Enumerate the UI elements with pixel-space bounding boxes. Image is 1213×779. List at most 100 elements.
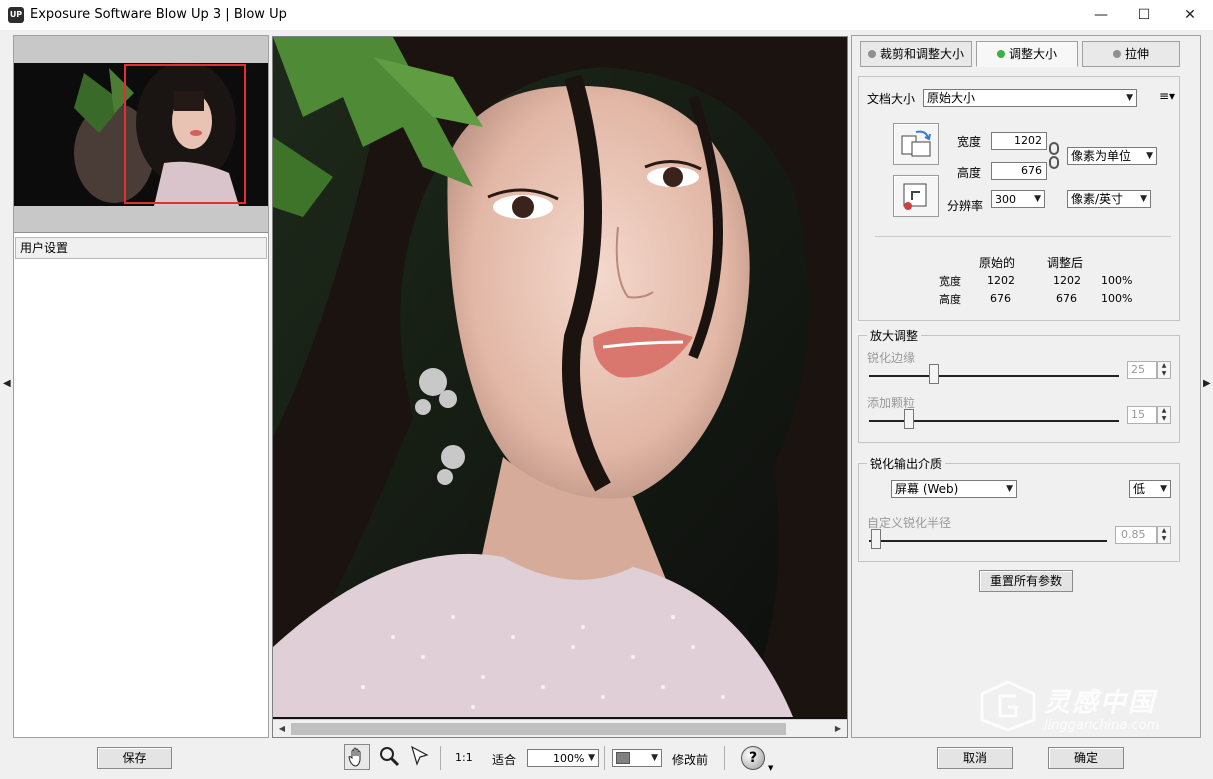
toolbar-divider bbox=[724, 746, 725, 770]
width-label: 宽度 bbox=[957, 135, 982, 149]
select-tool-icon[interactable] bbox=[408, 744, 434, 770]
help-dropdown-icon[interactable]: ▼ bbox=[768, 764, 773, 772]
doc-size-label: 文档大小 bbox=[867, 92, 916, 106]
doc-size-select[interactable]: 原始大小 ▼ bbox=[923, 89, 1137, 107]
sharpen-edges-slider-thumb[interactable] bbox=[929, 364, 939, 384]
document-size-group: 文档大小 原始大小 ▼ ≡▾ 宽度 1202 高度 676 像素为单位 ▼ 分辨… bbox=[858, 76, 1180, 321]
resolution-unit-value: 像素/英寸 bbox=[1071, 192, 1124, 206]
hand-tool-icon[interactable] bbox=[344, 744, 370, 770]
doc-size-value: 原始大小 bbox=[927, 91, 976, 105]
tab-resize[interactable]: 调整大小 bbox=[976, 41, 1078, 67]
sharpen-level-value: 低 bbox=[1133, 482, 1146, 496]
horizontal-scrollbar[interactable]: ◀ ▶ bbox=[273, 719, 847, 737]
resolution-unit-select[interactable]: 像素/英寸 ▼ bbox=[1067, 190, 1151, 208]
custom-radius-slider[interactable] bbox=[869, 540, 1107, 542]
scrollbar-thumb[interactable] bbox=[291, 723, 786, 735]
app-icon: UP bbox=[8, 7, 24, 23]
fit-button[interactable]: 适合 bbox=[492, 751, 516, 768]
row-height-label: 高度 bbox=[939, 293, 961, 306]
navigator-preview[interactable] bbox=[14, 36, 268, 233]
zoom-select[interactable]: 100% ▼ bbox=[527, 749, 599, 767]
main-image bbox=[273, 37, 847, 717]
title-bar: UP Exposure Software Blow Up 3 | Blow Up… bbox=[0, 0, 1213, 30]
scroll-left-arrow-icon[interactable]: ◀ bbox=[275, 722, 289, 736]
output-medium-select[interactable]: 屏幕 (Web) ▼ bbox=[891, 480, 1017, 498]
chevron-down-icon: ▼ bbox=[1006, 484, 1013, 494]
image-viewport[interactable]: ◀ ▶ bbox=[272, 36, 848, 738]
zoom-tool-icon[interactable] bbox=[377, 744, 403, 770]
watermark-logo-icon bbox=[980, 680, 1036, 732]
chevron-down-icon: ▼ bbox=[1034, 194, 1041, 204]
zoom-1-1-button[interactable]: 1:1 bbox=[455, 751, 473, 764]
enlarge-adjust-title: 放大调整 bbox=[867, 327, 922, 344]
chevron-down-icon: ▼ bbox=[651, 753, 658, 763]
sharpen-edges-spinner[interactable]: ▲ ▼ bbox=[1157, 361, 1171, 379]
col-adjusted-header: 调整后 bbox=[1047, 256, 1084, 270]
menu-icon[interactable]: ≡▾ bbox=[1159, 89, 1175, 103]
custom-radius-spinner[interactable]: ▲ ▼ bbox=[1157, 526, 1171, 544]
divider bbox=[875, 236, 1171, 237]
width-input[interactable]: 1202 bbox=[991, 132, 1047, 150]
chain-link-icon[interactable] bbox=[1049, 141, 1059, 171]
reset-size-button[interactable] bbox=[893, 175, 939, 217]
add-grain-spinner[interactable]: ▲ ▼ bbox=[1157, 406, 1171, 424]
background-color-select[interactable]: ▼ bbox=[612, 749, 662, 767]
navigator-thumbnail[interactable] bbox=[14, 63, 268, 206]
rotate-swap-button[interactable] bbox=[893, 123, 939, 165]
row-height-adjusted: 676 bbox=[1056, 292, 1077, 305]
output-medium-value: 屏幕 (Web) bbox=[895, 482, 959, 496]
reset-all-params-button[interactable]: 重置所有参数 bbox=[979, 570, 1073, 592]
resolution-label: 分辨率 bbox=[947, 199, 984, 213]
tab-dot-icon bbox=[996, 50, 1005, 58]
custom-radius-input[interactable]: 0.85 bbox=[1115, 526, 1157, 544]
cancel-button[interactable]: 取消 bbox=[937, 747, 1013, 769]
before-toggle[interactable]: 修改前 bbox=[672, 751, 708, 768]
tab-stretch[interactable]: 拉伸 bbox=[1082, 41, 1180, 67]
help-icon[interactable]: ? bbox=[741, 746, 765, 770]
scroll-right-arrow-icon[interactable]: ▶ bbox=[831, 722, 845, 736]
enlarge-adjust-group: 放大调整 锐化边缘 25 ▲ ▼ 添加颗粒 15 ▲ ▼ bbox=[858, 327, 1180, 443]
save-button[interactable]: 保存 bbox=[97, 747, 172, 769]
ok-button[interactable]: 确定 bbox=[1048, 747, 1124, 769]
right-panel: 裁剪和调整大小 调整大小 拉伸 文档大小 原始大小 ▼ ≡▾ 宽度 1202 高… bbox=[851, 35, 1201, 738]
chevron-down-icon: ▼ bbox=[1126, 93, 1133, 103]
swap-dimensions-icon bbox=[901, 130, 931, 157]
crop-rectangle[interactable] bbox=[124, 64, 246, 204]
tab-dot-icon bbox=[1112, 50, 1121, 58]
close-button[interactable]: ✕ bbox=[1167, 0, 1213, 30]
user-settings-header[interactable]: 用户设置 bbox=[15, 237, 267, 259]
unit-select[interactable]: 像素为单位 ▼ bbox=[1067, 147, 1157, 165]
add-grain-slider-thumb[interactable] bbox=[904, 409, 914, 429]
row-width-adjusted: 1202 bbox=[1053, 274, 1081, 287]
row-width-percent: 100% bbox=[1101, 274, 1133, 287]
watermark-title: 灵感中国 bbox=[1044, 688, 1157, 718]
watermark-url: lingganchina.com bbox=[1044, 718, 1160, 733]
resolution-value: 300 bbox=[995, 193, 1016, 206]
tab-label: 调整大小 bbox=[1008, 47, 1057, 61]
maximize-button[interactable]: ☐ bbox=[1121, 0, 1167, 30]
chevron-down-icon: ▼ bbox=[1146, 151, 1153, 161]
sharpen-level-select[interactable]: 低 ▼ bbox=[1129, 480, 1171, 498]
height-input[interactable]: 676 bbox=[991, 162, 1047, 180]
sharpen-edges-slider[interactable] bbox=[869, 375, 1119, 377]
unit-value: 像素为单位 bbox=[1071, 149, 1132, 163]
window-title: Exposure Software Blow Up 3 | Blow Up bbox=[30, 7, 287, 22]
output-sharpen-title: 锐化输出介质 bbox=[867, 455, 946, 472]
minimize-button[interactable]: — bbox=[1078, 0, 1124, 30]
tab-label: 拉伸 bbox=[1124, 47, 1149, 61]
sharpen-edges-input[interactable]: 25 bbox=[1127, 361, 1157, 379]
chevron-down-icon: ▼ bbox=[588, 753, 595, 763]
collapse-left-arrow-icon[interactable]: ◀ bbox=[3, 378, 11, 389]
tab-dot-icon bbox=[867, 50, 876, 58]
collapse-right-arrow-icon[interactable]: ▶ bbox=[1203, 378, 1211, 389]
row-width-label: 宽度 bbox=[939, 275, 961, 288]
col-original-header: 原始的 bbox=[979, 256, 1016, 270]
resolution-select[interactable]: 300 ▼ bbox=[991, 190, 1045, 208]
add-grain-input[interactable]: 15 bbox=[1127, 406, 1157, 424]
row-height-original: 676 bbox=[990, 292, 1011, 305]
tab-crop-resize[interactable]: 裁剪和调整大小 bbox=[860, 41, 972, 67]
sharpen-edges-label: 锐化边缘 bbox=[867, 351, 916, 365]
custom-radius-slider-thumb[interactable] bbox=[871, 529, 881, 549]
output-sharpen-group: 锐化输出介质 屏幕 (Web) ▼ 低 ▼ 自定义锐化半径 0.85 ▲ ▼ bbox=[858, 455, 1180, 562]
watermark: 灵感中国 lingganchina.com bbox=[978, 676, 1200, 736]
